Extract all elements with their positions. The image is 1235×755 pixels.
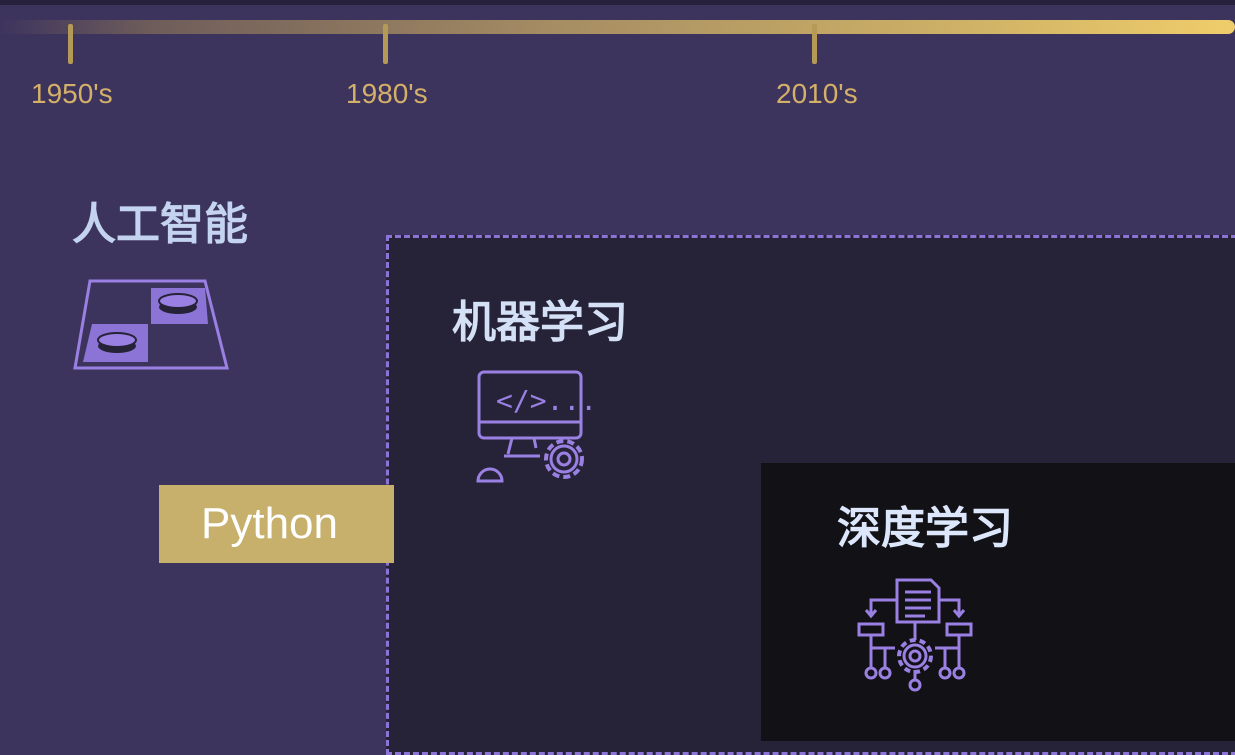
top-strip: [0, 0, 1235, 5]
code-glyph: </>...: [496, 384, 594, 417]
timeline-label-1980s: 1980's: [346, 78, 428, 109]
timeline-tick-1950s: [68, 24, 73, 64]
timeline-label-1950s: 1950's: [31, 78, 113, 109]
ml-title: 机器学习: [452, 297, 628, 348]
checkers-board-icon: [73, 279, 229, 370]
python-tag-label: Python: [201, 499, 338, 548]
timeline-tick-1980s: [383, 24, 388, 64]
ai-title: 人工智能: [72, 199, 248, 250]
dl-title: 深度学习: [837, 503, 1013, 554]
timeline-label-2010s: 2010's: [776, 78, 858, 109]
computer-code-gear-icon: </>...: [476, 370, 594, 483]
document-gear-network-icon: [857, 578, 973, 692]
timeline-tick-2010s: [812, 24, 817, 64]
python-tag: Python: [159, 485, 394, 563]
timeline-bar: [0, 20, 1235, 34]
